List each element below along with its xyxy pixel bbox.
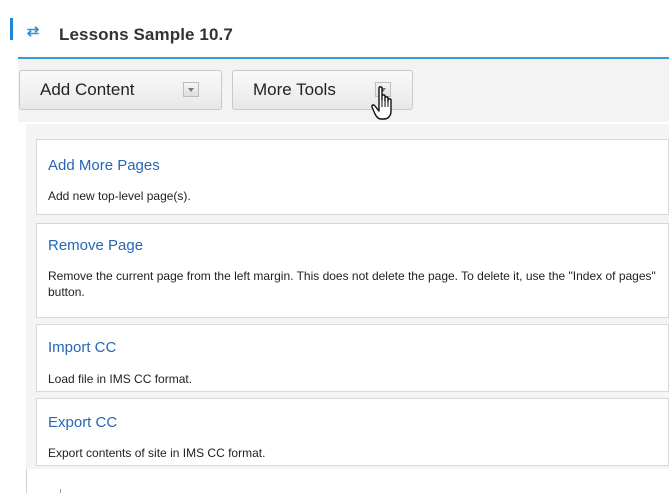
export-cc-description: Export contents of site in IMS CC format… (48, 446, 266, 460)
import-cc-description: Load file in IMS CC format. (48, 372, 193, 386)
add-content-label: Add Content (40, 80, 135, 99)
add-more-pages-link[interactable]: Add More Pages (48, 157, 160, 174)
hand-pointer-cursor-icon (371, 86, 392, 120)
divider (60, 489, 61, 493)
left-accent-bar (10, 18, 13, 40)
add-more-pages-description: Add new top-level page(s). (48, 189, 191, 203)
add-content-button[interactable]: Add Content (19, 70, 222, 110)
panel-border (26, 469, 27, 493)
sync-arrows-icon: ⇄ (26, 23, 40, 40)
export-cc-link[interactable]: Export CC (48, 414, 117, 431)
menu-item-import-cc[interactable]: Import CC Load file in IMS CC format. (36, 324, 669, 392)
menu-item-add-more-pages[interactable]: Add More Pages Add new top-level page(s)… (36, 139, 669, 215)
menu-item-remove-page[interactable]: Remove Page Remove the current page from… (36, 223, 669, 318)
remove-page-link[interactable]: Remove Page (48, 237, 143, 254)
chevron-down-icon[interactable] (183, 82, 199, 97)
menu-item-export-cc[interactable]: Export CC Export contents of site in IMS… (36, 398, 669, 466)
import-cc-link[interactable]: Import CC (48, 339, 116, 356)
remove-page-description: Remove the current page from the left ma… (48, 269, 656, 299)
more-tools-label: More Tools (253, 80, 336, 99)
page-title: Lessons Sample 10.7 (59, 25, 233, 44)
